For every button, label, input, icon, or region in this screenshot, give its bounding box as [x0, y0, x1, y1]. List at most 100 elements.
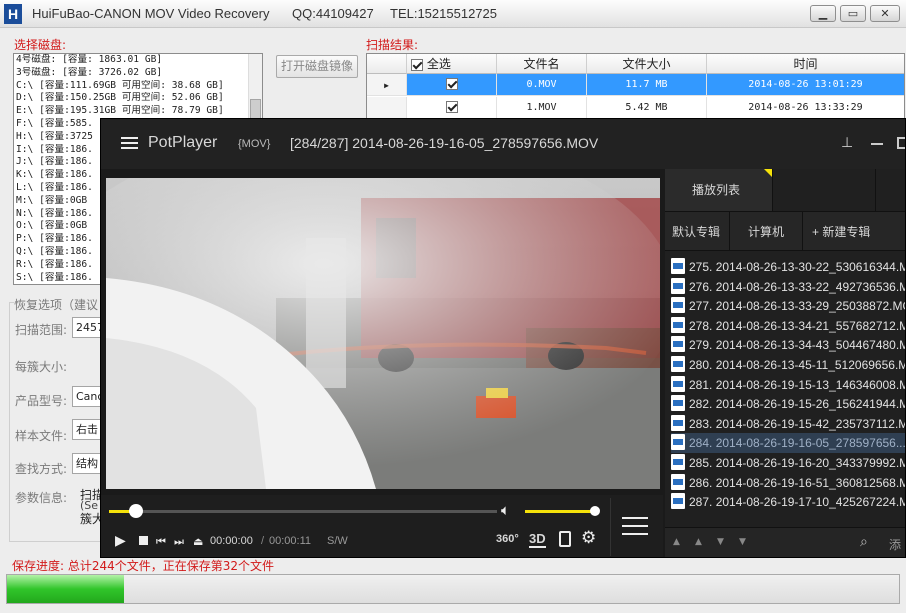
cluster-size-label: 每簇大小:: [15, 360, 68, 374]
player-minimize-icon[interactable]: [871, 143, 883, 145]
playlist-item-label: 287. 2014-08-26-19-17-10_425267224.MOV: [689, 495, 906, 510]
maximize-button[interactable]: ▭: [840, 5, 866, 22]
disk-list-item[interactable]: 4号磁盘: [容量: 1863.01 GB]: [14, 54, 262, 67]
file-time-cell: 2014-08-26 13:33:29: [707, 97, 904, 118]
potplayer-brand: PotPlayer: [148, 134, 218, 151]
playlist-toggle-icon[interactable]: [622, 517, 648, 519]
album-tab-default[interactable]: 默认专辑: [672, 223, 720, 240]
eject-icon[interactable]: ⏏: [193, 534, 203, 550]
now-playing-title: [284/287] 2014-08-26-19-16-05_278597656.…: [290, 135, 599, 151]
potplayer-title-bar[interactable]: PotPlayer {MOV} [284/287] 2014-08-26-19-…: [101, 119, 905, 169]
total-time: 00:00:11: [269, 535, 312, 547]
open-disk-image-button[interactable]: 打开磁盘镜像: [276, 55, 358, 78]
playlist-item-label: 275. 2014-08-26-13-30-22_530616344.MOV: [689, 260, 906, 274]
album-tabs: 默认专辑 计算机 + 新建专辑: [665, 211, 905, 251]
potplayer-window[interactable]: PotPlayer {MOV} [284/287] 2014-08-26-19-…: [100, 118, 906, 558]
video-file-icon: [671, 316, 685, 333]
row-checkbox[interactable]: [445, 101, 458, 113]
next-icon[interactable]: ⏭: [174, 534, 184, 550]
menu-icon[interactable]: [121, 137, 138, 139]
grid-row-selector[interactable]: [367, 97, 407, 118]
playlist-item[interactable]: 284. 2014-08-26-19-16-05_278597656....: [671, 433, 905, 454]
move-bottom-icon[interactable]: ▼: [739, 537, 746, 547]
playlist-item[interactable]: 280. 2014-08-26-13-45-11_512069656.MOV: [671, 355, 905, 375]
subtitle-icon[interactable]: [559, 531, 571, 547]
move-top-icon[interactable]: ▲: [673, 537, 680, 547]
scan-range-input[interactable]: 2457: [72, 317, 102, 338]
scan-range-label: 扫描范围:: [15, 323, 68, 337]
row-checkbox-cell[interactable]: [407, 74, 497, 96]
control-divider: [610, 498, 611, 556]
disk-list-item[interactable]: E:\ [容量:195.31GB 可用空间: 78.79 GB]: [14, 105, 262, 118]
play-icon[interactable]: ▶: [115, 533, 126, 549]
player-maximize-icon[interactable]: [897, 137, 905, 149]
disk-select-label: 选择磁盘:: [14, 38, 67, 52]
sample-file-label: 样本文件:: [15, 429, 68, 443]
save-progress-fill: [7, 575, 124, 603]
tab-divider: [802, 212, 803, 250]
playlist-item[interactable]: 281. 2014-08-26-19-15-13_146346008.MOV: [671, 375, 906, 395]
move-down-icon[interactable]: ▼: [717, 537, 724, 547]
playlist-item-label: 279. 2014-08-26-13-34-43_504467480.MOV: [689, 338, 906, 353]
playlist-item[interactable]: 277. 2014-08-26-13-33-29_25038872.MOV: [671, 296, 905, 316]
select-all-checkbox[interactable]: [411, 58, 423, 71]
grid-row-selector[interactable]: ▸: [367, 74, 407, 96]
video-file-icon: [671, 297, 685, 314]
grid-row-header: [367, 54, 407, 74]
playlist-item[interactable]: 278. 2014-08-26-13-34-21_557682712.MOV: [671, 316, 905, 336]
add-file-button[interactable]: 添: [889, 536, 901, 553]
playlist-items: 275. 2014-08-26-13-30-22_530616344.MOV 27…: [665, 257, 906, 529]
row-checkbox[interactable]: [445, 78, 458, 90]
disk-list-item[interactable]: 3号磁盘: [容量: 3726.02 GB]: [14, 67, 262, 80]
minimize-button[interactable]: ▁: [810, 5, 836, 22]
playlist-tab[interactable]: 播放列表: [665, 169, 773, 211]
album-tab-computer[interactable]: 计算机: [748, 223, 784, 240]
seek-handle[interactable]: [129, 504, 144, 518]
video-file-icon: [671, 395, 685, 412]
disk-list-item[interactable]: C:\ [容量:111.69GB 可用空间: 38.68 GB]: [14, 80, 262, 93]
3d-button[interactable]: 3D: [529, 532, 546, 548]
seek-bar[interactable]: [109, 504, 497, 518]
title-bar[interactable]: H HuiFuBao-CANON MOV Video Recovery QQ:4…: [0, 0, 906, 28]
file-name-cell: 0.MOV: [497, 74, 587, 96]
column-header-name[interactable]: 文件名: [497, 54, 587, 74]
previous-icon[interactable]: ⏮: [156, 534, 166, 550]
close-button[interactable]: ✕: [870, 5, 900, 22]
volume-slider[interactable]: [525, 506, 601, 516]
playlist-item-label: 281. 2014-08-26-19-15-13_146346008.MOV: [689, 377, 906, 392]
video-file-icon: [671, 414, 685, 431]
playlist-item[interactable]: 286. 2014-08-26-19-16-51_360812568.MOV: [671, 473, 905, 493]
playlist-item[interactable]: 282. 2014-08-26-19-15-26_156241944.MOV: [671, 394, 905, 414]
stop-icon[interactable]: [139, 536, 148, 545]
volume-icon[interactable]: 🔈︎: [501, 501, 510, 519]
scan-results-grid[interactable]: 全选 文件名 文件大小 时间 ▸ 0.MOV 11.7 MB 2014-08-26 1…: [366, 53, 905, 119]
sw-decoder-toggle[interactable]: S/W: [327, 535, 348, 547]
select-all-header[interactable]: 全选: [407, 54, 497, 74]
video-frame[interactable]: [106, 178, 660, 489]
pin-icon[interactable]: ⊥: [841, 135, 853, 151]
video-scene: [106, 178, 660, 489]
settings-gear-icon[interactable]: ⚙: [581, 530, 596, 547]
row-checkbox-cell[interactable]: [407, 97, 497, 118]
playlist-item[interactable]: 283. 2014-08-26-19-15-42_235737112.MOV: [671, 414, 905, 434]
current-time: 00:00:00: [210, 535, 253, 547]
column-header-time[interactable]: 时间: [707, 54, 904, 74]
playlist-item[interactable]: 285. 2014-08-26-19-16-20_343379992.MOV: [671, 453, 905, 473]
playlist-item[interactable]: 275. 2014-08-26-13-30-22_530616344.MOV: [671, 257, 906, 277]
move-up-icon[interactable]: ▲: [695, 537, 702, 547]
volume-handle[interactable]: [590, 506, 601, 516]
playlist-item[interactable]: 276. 2014-08-26-13-33-22_492736536.MOV: [671, 277, 905, 297]
file-size-cell: 5.42 MB: [587, 97, 707, 118]
album-tab-new[interactable]: + 新建专辑: [812, 223, 870, 240]
playlist-item[interactable]: 279. 2014-08-26-13-34-43_504467480.MOV: [671, 335, 906, 355]
minimize-icon: ▁: [818, 7, 828, 20]
disk-list-item[interactable]: D:\ [容量:150.25GB 可用空间: 52.06 GB]: [14, 92, 262, 105]
sample-file-input[interactable]: 右击: [72, 419, 102, 440]
search-icon[interactable]: ⌕: [860, 534, 868, 550]
find-method-select[interactable]: 结构: [72, 453, 102, 474]
column-header-size[interactable]: 文件大小: [587, 54, 707, 74]
video-file-icon: [671, 473, 685, 490]
vr-360-button[interactable]: 360°: [496, 533, 519, 545]
product-model-select[interactable]: Canc: [72, 386, 102, 407]
playlist-item[interactable]: 287. 2014-08-26-19-17-10_425267224.MOV: [671, 492, 906, 512]
